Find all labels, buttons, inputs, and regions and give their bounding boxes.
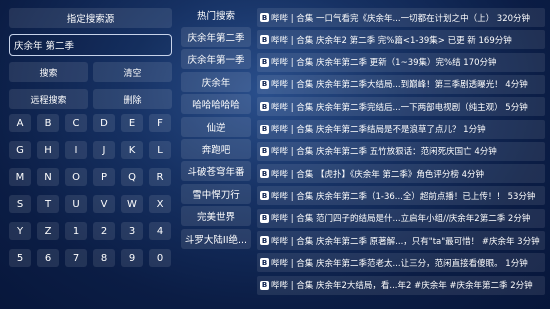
result-title: 哔哔 | 合集 庆余年2大结局，看...年2 #庆余年 #庆余年第二季 2分钟 <box>271 281 533 292</box>
hot-search-item[interactable]: 哈哈哈哈哈 <box>181 94 251 115</box>
result-row[interactable]: B 哔哔 | 合集 庆余年第二季完结后...一下两部电视剧（纯主观） 5分钟 <box>257 97 545 117</box>
result-title: 哔哔 | 合集 庆余年第二季 原著解...，只有"ta"最可惜！ #庆余年 3分… <box>271 236 540 247</box>
bilibili-icon: B <box>260 146 269 156</box>
key-k[interactable]: K <box>121 141 143 159</box>
hot-search-item[interactable]: 庆余年第二季 <box>181 27 251 47</box>
key-1[interactable]: 1 <box>65 222 87 240</box>
result-row[interactable]: B 哔哔 | 合集 庆余年第二季 更新（1~39集）完%结 170分钟 <box>257 52 545 72</box>
hot-search-item[interactable]: 奔跑吧 <box>181 139 251 159</box>
result-row[interactable]: B 哔哔 | 合集 庆余年第二季范老太...让三分，范闲直接看傻眼。 1分钟 <box>257 253 545 273</box>
bilibili-icon: B <box>260 57 269 67</box>
bilibili-icon: B <box>260 124 269 134</box>
hot-search-item[interactable]: 完美世界 <box>181 206 251 227</box>
key-n[interactable]: N <box>37 168 59 186</box>
result-row[interactable]: B 哔哔 | 合集 庆余年第二季 原著解...，只有"ta"最可惜！ #庆余年 3… <box>257 231 545 250</box>
hot-search-item[interactable]: 雪中悍刀行 <box>181 183 251 204</box>
result-row[interactable]: B 哔哔 | 合集 庆余年第二季大结局...到巅峰！第三季剧透曝光！ 4分钟 <box>257 74 545 94</box>
result-row[interactable]: B 哔哔 | 合集 庆余年第二季 五竹放狠话：范闲死庆国亡 4分钟 <box>257 141 545 161</box>
result-title: 哔哔 | 合集 庆余年第二季结局是不是浪草了点儿？ 1分钟 <box>271 125 486 135</box>
result-title: 哔哔 | 合集 庆余年第二季范老太...让三分，范闲直接看傻眼。 1分钟 <box>271 258 528 269</box>
result-title: 哔哔 | 合集 【虎扑】《庆余年 第二季》角色评分榜 4分钟 <box>271 169 485 180</box>
remote-search-button[interactable]: 远程搜索 <box>9 89 88 109</box>
key-l[interactable]: L <box>149 141 171 159</box>
specify-source-button[interactable]: 指定搜索源 <box>9 8 172 28</box>
bilibili-icon: B <box>260 280 269 290</box>
key-t[interactable]: T <box>37 195 59 213</box>
key-d[interactable]: D <box>93 114 115 132</box>
key-c[interactable]: C <box>65 114 87 132</box>
key-x[interactable]: X <box>149 195 171 213</box>
key-8[interactable]: 8 <box>93 249 115 267</box>
result-row[interactable]: B 哔哔 | 合集 【虎扑】《庆余年 第二季》角色评分榜 4分钟 <box>257 164 545 184</box>
clear-button[interactable]: 清空 <box>93 62 172 82</box>
key-e[interactable]: E <box>121 114 143 132</box>
key-y[interactable]: Y <box>9 222 31 240</box>
delete-button[interactable]: 删除 <box>93 89 172 109</box>
result-title: 哔哔 | 合集 庆余年第二季（1-36...全）超前点播！已上传！！ 53分钟 <box>271 191 536 202</box>
result-row[interactable]: B 哔哔 | 合集 庆余年第二季结局是不是浪草了点儿？ 1分钟 <box>257 119 545 139</box>
result-title: 哔哔 | 合集 庆余年第二季完结后...一下两部电视剧（纯主观） 5分钟 <box>271 102 528 113</box>
key-h[interactable]: H <box>37 141 59 159</box>
result-row[interactable]: B 哔哔 | 合集 庆余年2 第二季 完%篇<1-39集> 已更 新 169分钟 <box>257 30 545 50</box>
key-j[interactable]: J <box>93 141 115 159</box>
result-title: 哔哔 | 合集 庆余年第二季 更新（1~39集）完%结 170分钟 <box>271 58 497 69</box>
bilibili-icon: B <box>260 35 269 45</box>
key-5[interactable]: 5 <box>9 249 31 267</box>
key-r[interactable]: R <box>149 168 171 186</box>
key-q[interactable]: Q <box>121 168 143 186</box>
key-v[interactable]: V <box>93 195 115 213</box>
search-input-value: 庆余年 第二季 <box>14 41 75 52</box>
bilibili-icon: B <box>260 79 269 89</box>
result-row[interactable]: B 哔哔 | 合集 一口气看完《庆余年...一切都在计划之中（上） 320分钟 <box>257 8 545 27</box>
key-4[interactable]: 4 <box>149 222 171 240</box>
result-title: 哔哔 | 合集 一口气看完《庆余年...一切都在计划之中（上） 320分钟 <box>271 13 531 24</box>
hot-search-title: 热门搜索 <box>196 11 235 22</box>
key-0[interactable]: 0 <box>149 249 171 267</box>
bilibili-icon: B <box>260 13 269 22</box>
result-row[interactable]: B 哔哔 | 合集 庆余年第二季（1-36...全）超前点播！已上传！！ 53分钟 <box>257 186 545 206</box>
bilibili-icon: B <box>260 213 269 223</box>
key-s[interactable]: S <box>9 195 31 213</box>
result-title: 哔哔 | 合集 庆余年第二季 五竹放狠话：范闲死庆国亡 4分钟 <box>271 147 497 158</box>
search-input[interactable]: 庆余年 第二季 <box>9 34 172 56</box>
key-7[interactable]: 7 <box>65 249 87 267</box>
key-b[interactable]: B <box>37 114 59 132</box>
hot-search-item[interactable]: 斗破苍穹年番 <box>181 161 251 182</box>
bilibili-icon: B <box>260 102 269 112</box>
key-f[interactable]: F <box>149 114 171 132</box>
key-w[interactable]: W <box>121 195 143 213</box>
key-2[interactable]: 2 <box>93 222 115 240</box>
key-a[interactable]: A <box>9 114 31 132</box>
result-title: 哔哔 | 合集 庆余年第二季大结局...到巅峰！第三季剧透曝光！ 4分钟 <box>271 80 528 91</box>
result-title: 哔哔 | 合集 庆余年2 第二季 完%篇<1-39集> 已更 新 169分钟 <box>271 35 512 46</box>
key-6[interactable]: 6 <box>37 249 59 267</box>
hot-search-item[interactable]: 仙逆 <box>181 116 251 137</box>
key-3[interactable]: 3 <box>121 222 143 240</box>
key-g[interactable]: G <box>9 141 31 159</box>
key-i[interactable]: I <box>65 141 87 159</box>
result-title: 哔哔 | 合集 范门四子的结局是什...立启年小组//庆余年2第二季 2分钟 <box>271 214 531 225</box>
bilibili-icon: B <box>260 258 269 268</box>
key-u[interactable]: U <box>65 195 87 213</box>
hot-search-item[interactable]: 庆余年第一季 <box>181 49 251 70</box>
key-p[interactable]: P <box>93 168 115 186</box>
bilibili-icon: B <box>260 169 269 179</box>
search-button[interactable]: 搜索 <box>9 62 88 82</box>
bilibili-icon: B <box>260 236 269 245</box>
key-9[interactable]: 9 <box>121 249 143 267</box>
hot-search-item[interactable]: 庆余年 <box>181 71 251 92</box>
hot-search-item[interactable]: 斗罗大陆II绝... <box>181 228 251 249</box>
bilibili-icon: B <box>260 191 269 201</box>
result-row[interactable]: B 哔哔 | 合集 范门四子的结局是什...立启年小组//庆余年2第二季 2分钟 <box>257 208 545 228</box>
key-o[interactable]: O <box>65 168 87 186</box>
result-row[interactable]: B 哔哔 | 合集 庆余年2大结局，看...年2 #庆余年 #庆余年第二季 2分钟 <box>257 275 545 295</box>
key-m[interactable]: M <box>9 168 31 186</box>
key-z[interactable]: Z <box>37 222 59 240</box>
